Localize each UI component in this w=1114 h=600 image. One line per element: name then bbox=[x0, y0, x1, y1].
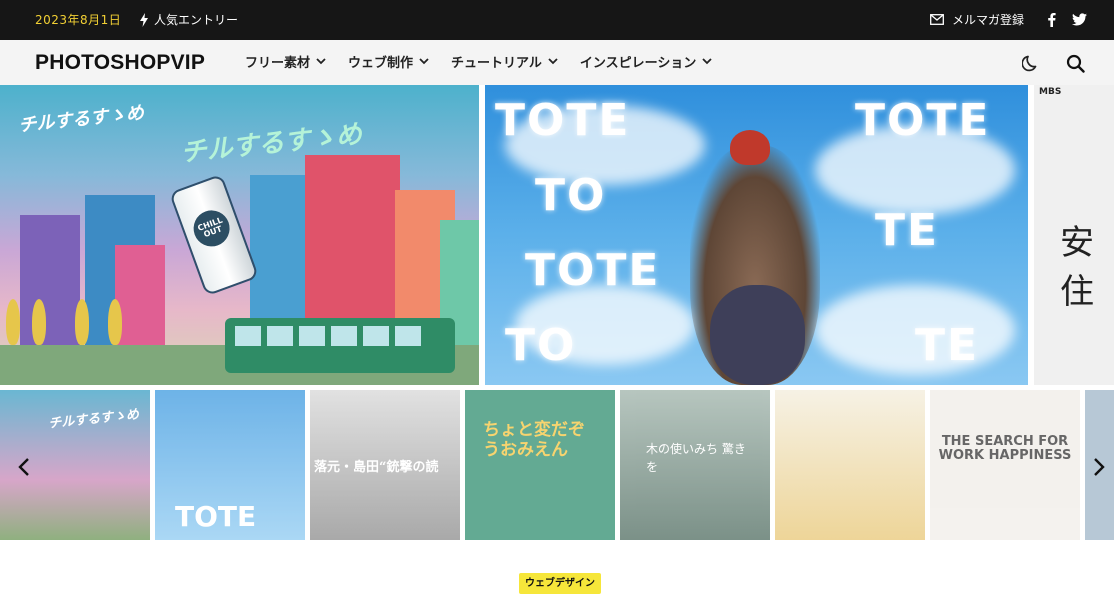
hero-slide-partial[interactable]: MBS 安住 bbox=[1034, 85, 1114, 385]
facebook-icon[interactable] bbox=[1043, 11, 1059, 27]
chicken-illustration bbox=[730, 130, 770, 165]
tote-word: TE bbox=[875, 205, 940, 256]
slide-text: 安住 bbox=[1060, 223, 1094, 312]
thumbnail-item[interactable]: TOTE bbox=[155, 390, 305, 540]
category-badge[interactable]: ウェブデザイン bbox=[519, 573, 601, 594]
lightning-icon bbox=[140, 12, 148, 27]
popular-entries-link[interactable]: 人気エントリー bbox=[139, 11, 238, 28]
hero-slide-corner-title: チルするすゝめ bbox=[17, 102, 145, 137]
thumbnail-item[interactable] bbox=[775, 390, 925, 540]
hero-slide-chill[interactable]: CHILL OUT チルするすゝめ チルするすゝめ bbox=[0, 85, 479, 385]
thumbnail-text: チルするすゝめ bbox=[47, 407, 140, 432]
nav-item-free-materials[interactable]: フリー素材 bbox=[245, 52, 326, 71]
tote-word: TE bbox=[915, 320, 980, 371]
thumbnail-text: ちょと変だぞ うおみえん bbox=[483, 420, 585, 461]
chevron-right-icon bbox=[1094, 458, 1105, 476]
site-header: PHOTOSHOPVIP フリー素材 ウェブ制作 チュートリアル インスピレーシ… bbox=[0, 40, 1114, 85]
slide-tag: MBS bbox=[1039, 87, 1062, 97]
twitter-icon[interactable] bbox=[1071, 11, 1087, 27]
search-icon[interactable] bbox=[1064, 52, 1086, 74]
tote-word: TO bbox=[535, 170, 607, 221]
site-logo[interactable]: PHOTOSHOPVIP bbox=[35, 51, 205, 75]
nav-item-inspiration[interactable]: インスピレーション bbox=[579, 52, 713, 71]
top-bar: 2023年8月1日 人気エントリー メルマガ登録 bbox=[0, 0, 1114, 40]
newsletter-label: メルマガ登録 bbox=[952, 13, 1025, 27]
main-nav: フリー素材 ウェブ制作 チュートリアル インスピレーション bbox=[245, 52, 713, 71]
thumbnail-next-button[interactable] bbox=[1087, 455, 1111, 479]
nav-item-tutorials[interactable]: チュートリアル bbox=[451, 52, 558, 71]
chevron-down-icon bbox=[548, 58, 558, 65]
tote-word: TOTE bbox=[495, 95, 631, 146]
can-label: CHILL OUT bbox=[188, 205, 235, 252]
hero-slide-tote[interactable]: TOTE TOTE TO TE TOTE TO TE bbox=[485, 85, 1028, 385]
nav-item-web-production[interactable]: ウェブ制作 bbox=[348, 52, 429, 71]
chevron-down-icon bbox=[702, 58, 713, 65]
thumbnail-item[interactable]: THE SEARCH FOR WORK HAPPINESS bbox=[930, 390, 1080, 540]
moon-icon[interactable] bbox=[1020, 52, 1042, 74]
thumbnail-text: THE SEARCH FOR WORK HAPPINESS bbox=[938, 434, 1072, 464]
nav-item-label: インスピレーション bbox=[579, 56, 697, 71]
tote-word: TOTE bbox=[525, 245, 661, 296]
tote-word: TOTE bbox=[855, 95, 991, 146]
popular-entries-label: 人気エントリー bbox=[154, 13, 239, 27]
thumbnail-text: 落元・島田“銃撃の読 bbox=[314, 460, 439, 475]
nav-item-label: フリー素材 bbox=[245, 56, 311, 71]
nav-item-label: ウェブ制作 bbox=[348, 56, 414, 71]
newsletter-link[interactable]: メルマガ登録 bbox=[930, 11, 1024, 28]
hero-slider: CHILL OUT チルするすゝめ チルするすゝめ TOTE TOTE TO T… bbox=[0, 85, 1114, 385]
chevron-down-icon bbox=[419, 58, 429, 65]
nav-item-label: チュートリアル bbox=[451, 56, 542, 71]
thumbnail-strip: チルするすゝめ TOTE 落元・島田“銃撃の読 ちょと変だぞ うおみえん 木の使… bbox=[0, 390, 1114, 540]
thumbnail-item[interactable]: 木の使いみち 驚きを bbox=[620, 390, 770, 540]
thumbnail-prev-button[interactable] bbox=[12, 455, 36, 479]
thumbnail-item[interactable]: 落元・島田“銃撃の読 bbox=[310, 390, 460, 540]
tote-word: TO bbox=[505, 320, 577, 371]
mail-icon bbox=[930, 14, 944, 25]
thumbnail-text: TOTE bbox=[175, 500, 257, 533]
chill-can-illustration: CHILL OUT bbox=[168, 173, 260, 297]
chevron-down-icon bbox=[316, 58, 326, 65]
current-date: 2023年8月1日 bbox=[35, 13, 122, 27]
thumbnail-text: 木の使いみち 驚きを bbox=[646, 442, 746, 474]
chevron-left-icon bbox=[18, 458, 29, 476]
thumbnail-item[interactable]: ちょと変だぞ うおみえん bbox=[465, 390, 615, 540]
